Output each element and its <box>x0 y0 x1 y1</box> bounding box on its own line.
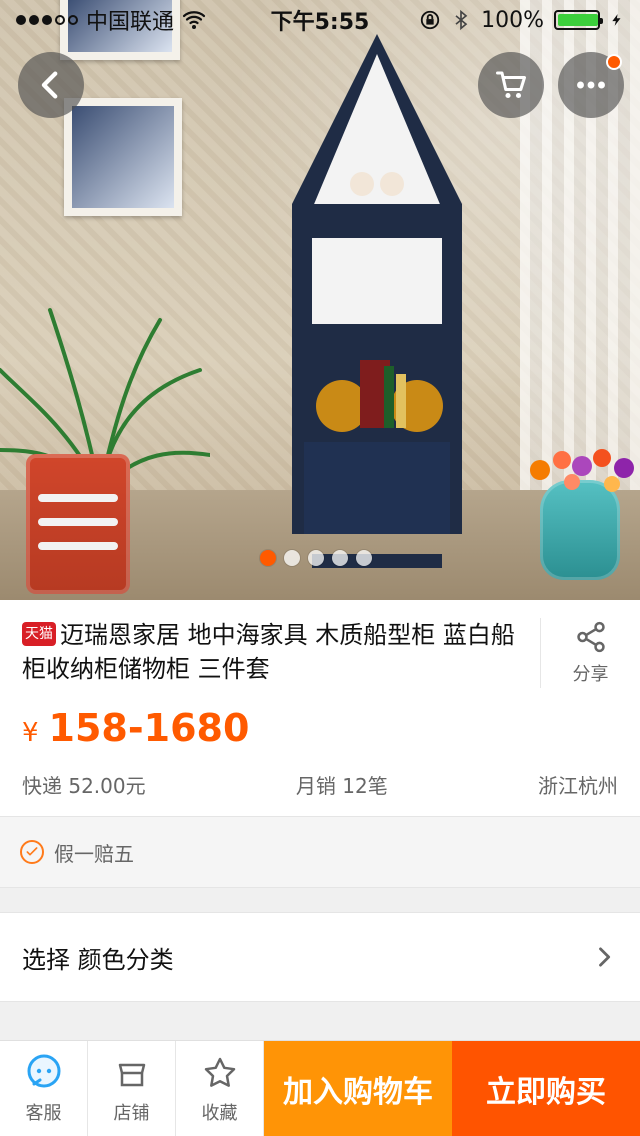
chat-bubble-icon <box>24 1053 64 1093</box>
share-label: 分享 <box>572 664 609 685</box>
store-tab[interactable]: 店铺 <box>88 1041 176 1136</box>
share-button[interactable]: 分享 <box>540 618 640 688</box>
carousel-dot[interactable] <box>332 550 348 566</box>
battery-percent: 100% <box>481 7 544 33</box>
product-title-text: 迈瑞恩家居 地中海家具 木质船型柜 蓝白船柜收纳柜储物柜 三件套 <box>22 621 515 683</box>
meta-row: 快递 52.00元 月销 12笔 浙江杭州 <box>22 770 618 799</box>
red-pot <box>26 454 130 594</box>
tmall-badge: 天猫 <box>22 622 56 646</box>
currency-symbol: ¥ <box>22 718 39 748</box>
share-icon <box>574 620 608 654</box>
chevron-right-icon <box>590 943 618 971</box>
product-detail-page: 中国联通 下午5:55 100% 天猫 迈瑞恩家居 地中海家具 木质船型柜 蓝白… <box>0 0 640 1136</box>
carousel-dot[interactable] <box>356 550 372 566</box>
battery-icon <box>554 10 603 30</box>
bottom-action-bar: 客服 店铺 收藏 加入购物车 立即购买 <box>0 1040 640 1136</box>
carousel-indicator[interactable] <box>260 550 372 566</box>
signal-strength-icon <box>16 15 78 25</box>
store-icon <box>112 1053 152 1093</box>
cart-button[interactable] <box>478 52 544 118</box>
carousel-dot[interactable] <box>308 550 324 566</box>
check-circle-icon <box>20 840 44 864</box>
price-range: 158-1680 <box>48 706 250 750</box>
rotation-lock-icon <box>419 9 441 31</box>
ship-location: 浙江杭州 <box>538 774 618 798</box>
product-info: 天猫 迈瑞恩家居 地中海家具 木质船型柜 蓝白船柜收纳柜储物柜 三件套 分享 ¥ … <box>0 600 640 816</box>
more-dots-icon <box>573 67 609 103</box>
store-label: 店铺 <box>113 1103 150 1124</box>
customer-service-label: 客服 <box>25 1103 62 1124</box>
guarantee-label: 假一赔五 <box>54 841 134 866</box>
wifi-icon <box>182 8 206 32</box>
battery-level <box>558 14 598 26</box>
chevron-left-icon <box>34 68 68 102</box>
favorite-tab[interactable]: 收藏 <box>176 1041 264 1136</box>
notification-dot <box>606 54 622 70</box>
carousel-dot[interactable] <box>260 550 276 566</box>
status-right: 100% <box>419 8 624 33</box>
carousel-dot[interactable] <box>284 550 300 566</box>
carrier-label: 中国联通 <box>86 10 175 35</box>
boat-cabinet-illustration <box>272 34 482 594</box>
select-variant-label: 选择 颜色分类 <box>22 945 174 974</box>
favorite-label: 收藏 <box>201 1103 238 1124</box>
cart-icon <box>493 67 529 103</box>
star-icon <box>200 1053 240 1093</box>
back-button[interactable] <box>18 52 84 118</box>
customer-service-tab[interactable]: 客服 <box>0 1041 88 1136</box>
flowers-illustration <box>520 430 640 500</box>
buy-now-button[interactable]: 立即购买 <box>452 1041 640 1136</box>
status-left: 中国联通 <box>16 4 206 36</box>
product-title[interactable]: 天猫 迈瑞恩家居 地中海家具 木质船型柜 蓝白船柜收纳柜储物柜 三件套 <box>22 618 522 686</box>
bluetooth-icon <box>451 9 471 31</box>
wall-frame-shell <box>64 98 182 216</box>
charging-icon <box>610 10 624 30</box>
shipping-fee: 快递 52.00元 <box>22 774 146 798</box>
guarantee-row[interactable]: 假一赔五 <box>0 816 640 888</box>
status-bar: 中国联通 下午5:55 100% <box>0 0 640 40</box>
monthly-sales: 月销 12笔 <box>295 774 388 798</box>
select-variant-row[interactable]: 选择 颜色分类 <box>0 912 640 1002</box>
title-row: 天猫 迈瑞恩家居 地中海家具 木质船型柜 蓝白船柜收纳柜储物柜 三件套 分享 <box>0 600 640 700</box>
price: ¥ 158-1680 <box>22 706 249 750</box>
more-button[interactable] <box>558 52 624 118</box>
add-to-cart-button[interactable]: 加入购物车 <box>264 1041 452 1136</box>
product-hero-image[interactable]: 中国联通 下午5:55 100% <box>0 0 640 600</box>
